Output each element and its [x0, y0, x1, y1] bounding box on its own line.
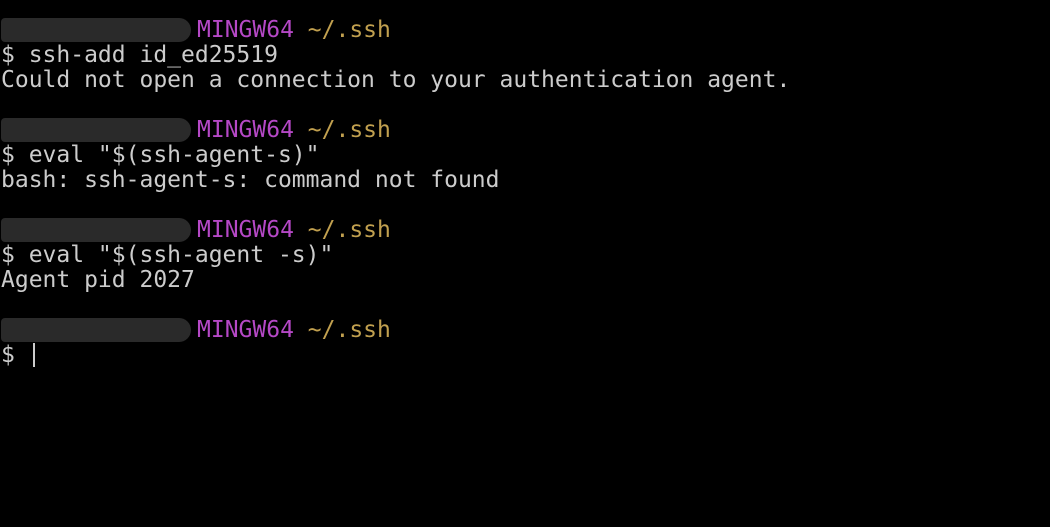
prompt-path: ~/.ssh	[307, 317, 391, 343]
command-output: Agent pid 2027	[1, 267, 195, 293]
redacted-username	[1, 118, 191, 142]
prompt-line: MINGW64 ~/.ssh	[1, 318, 790, 343]
prompt-line: MINGW64 ~/.ssh	[1, 18, 790, 43]
prompt-line: MINGW64 ~/.ssh	[1, 118, 790, 143]
redacted-username	[1, 18, 191, 42]
prompt-host: MINGW64	[197, 117, 294, 143]
prompt-path: ~/.ssh	[307, 217, 391, 243]
command-output: bash: ssh-agent-s: command not found	[1, 167, 500, 193]
prompt-path: ~/.ssh	[307, 17, 391, 43]
redacted-username	[1, 318, 191, 342]
input-line[interactable]: $	[1, 343, 790, 368]
prompt-symbol: $	[1, 342, 29, 368]
command-output: Could not open a connection to your auth…	[1, 67, 791, 93]
command-line: $ eval "$(ssh-agent -s)"	[1, 242, 334, 268]
text-cursor	[32, 343, 35, 367]
terminal-output[interactable]: MINGW64 ~/.ssh $ ssh-add id_ed25519 Coul…	[1, 18, 790, 368]
prompt-host: MINGW64	[197, 17, 294, 43]
prompt-host: MINGW64	[197, 217, 294, 243]
prompt-line: MINGW64 ~/.ssh	[1, 218, 790, 243]
command-line: $ ssh-add id_ed25519	[1, 42, 278, 68]
command-line: $ eval "$(ssh-agent-s)"	[1, 142, 320, 168]
prompt-host: MINGW64	[197, 317, 294, 343]
redacted-username	[1, 218, 191, 242]
prompt-path: ~/.ssh	[307, 117, 391, 143]
